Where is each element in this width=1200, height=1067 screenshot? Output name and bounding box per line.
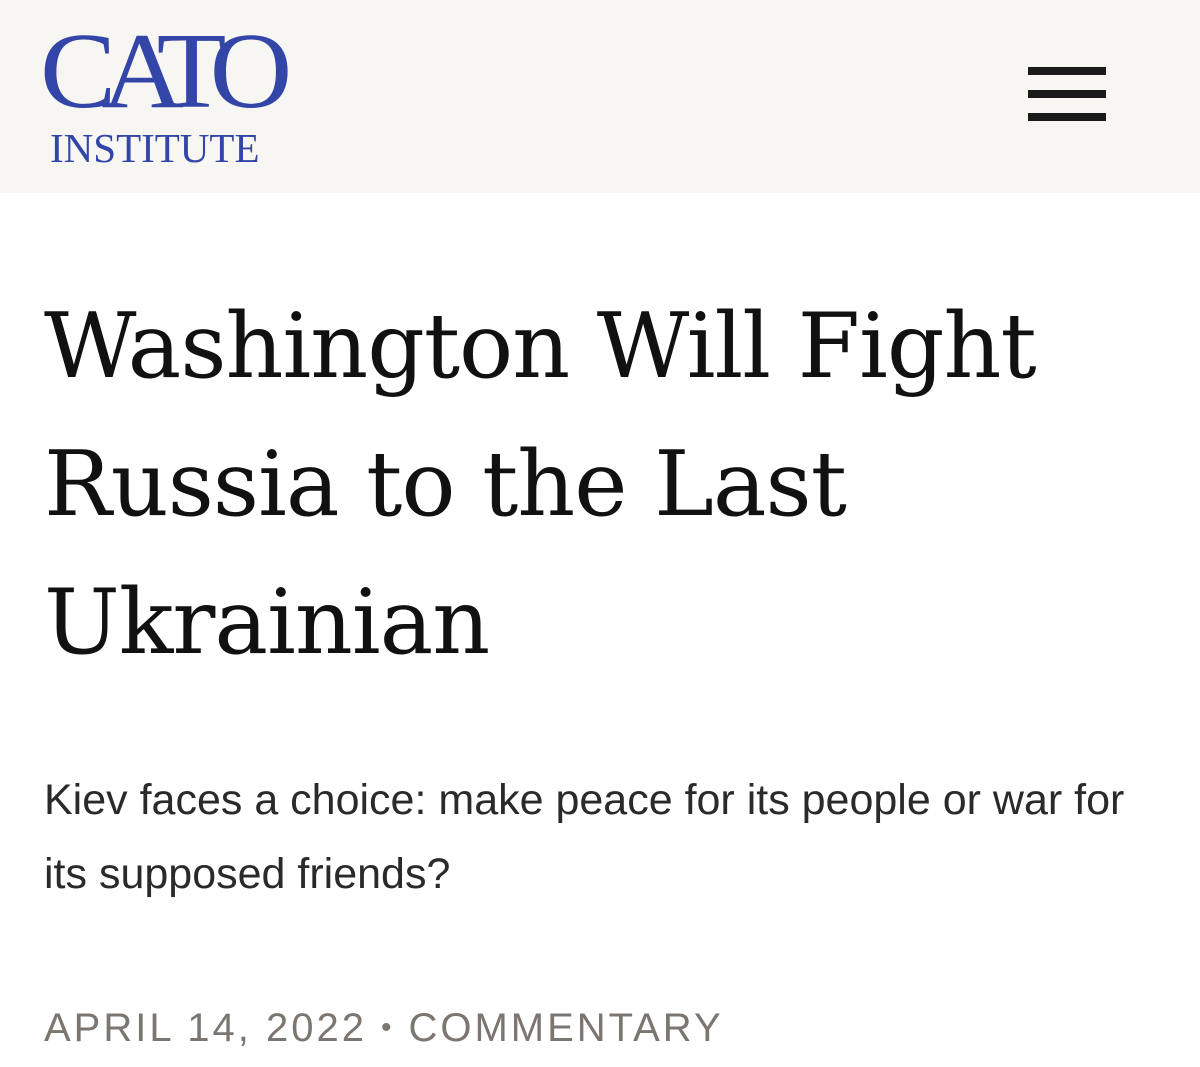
logo-subtitle: INSTITUTE: [50, 125, 260, 171]
article-date: APRIL 14, 2022: [44, 1006, 367, 1050]
article-subtitle: Kiev faces a choice: make peace for its …: [44, 776, 1125, 898]
article-meta: APRIL 14, 2022 • COMMENTARY: [44, 1002, 1164, 1054]
hamburger-menu-icon[interactable]: [1018, 56, 1116, 132]
article-category-link[interactable]: COMMENTARY: [408, 1006, 723, 1050]
menu-bar-middle: [1028, 90, 1106, 98]
cato-institute-logo[interactable]: CATO INSTITUTE: [40, 12, 310, 171]
article-title: Washington Will Fight Russia to the Last…: [44, 294, 1037, 675]
menu-bar-top: [1028, 67, 1106, 75]
menu-bar-bottom: [1028, 113, 1106, 121]
site-header: CATO INSTITUTE: [0, 0, 1200, 193]
logo-wordmark: CATO: [40, 12, 292, 131]
meta-separator: •: [380, 1011, 395, 1044]
